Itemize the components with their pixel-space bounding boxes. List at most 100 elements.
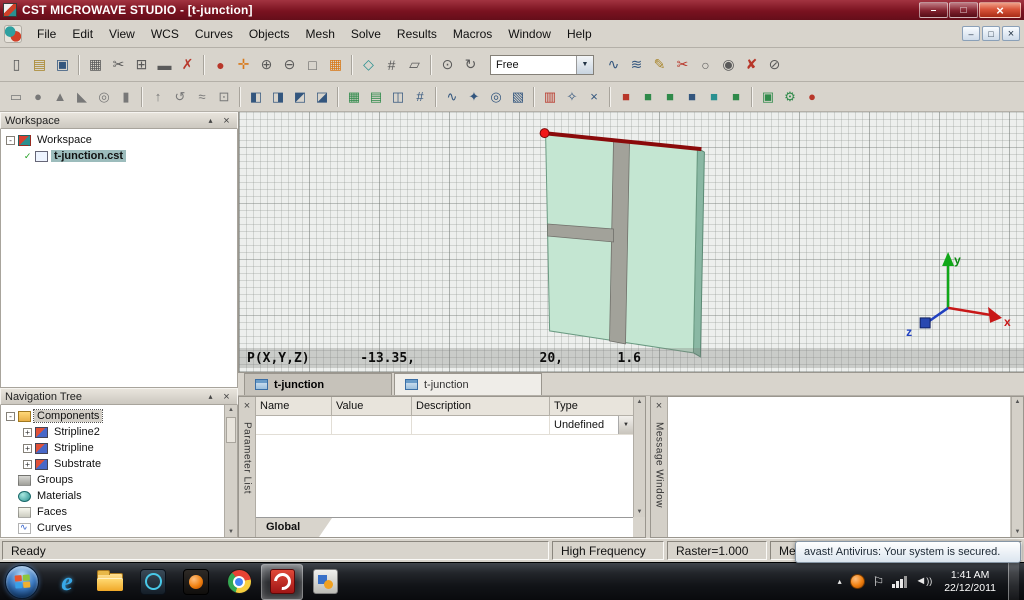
tree-item-materials[interactable]: Materials	[1, 488, 224, 504]
rotate-view-icon[interactable]: ↻	[459, 53, 482, 76]
menu-item[interactable]: Curves	[187, 23, 241, 45]
tree-expander[interactable]: -	[6, 136, 15, 145]
delete-result-icon[interactable]: ×	[583, 86, 605, 108]
param-type-cell[interactable]: Undefined	[550, 416, 633, 434]
farfield-plot-icon[interactable]: ✦	[463, 86, 485, 108]
close-navigation-icon[interactable]	[220, 390, 233, 403]
align-face-icon[interactable]: ◩	[289, 86, 311, 108]
plane-wave-icon[interactable]: ■	[703, 86, 725, 108]
mesh-cells-icon[interactable]: ◫	[387, 86, 409, 108]
close-parameter-list-icon[interactable]	[241, 399, 254, 412]
zoom-out-icon[interactable]: ⊖	[278, 53, 301, 76]
paste-icon[interactable]: ▬	[153, 53, 176, 76]
start-button[interactable]	[5, 565, 39, 599]
solver-settings-icon[interactable]: ⚙	[779, 86, 801, 108]
chevron-down-icon[interactable]	[576, 56, 593, 74]
bounding-box-icon[interactable]: ▱	[403, 53, 426, 76]
mesh-properties-icon[interactable]: ▤	[365, 86, 387, 108]
menu-item[interactable]: Edit	[64, 23, 101, 45]
3d-model-view[interactable]: y x z	[239, 112, 1024, 372]
mdi-minimize-button[interactable]	[962, 26, 980, 41]
minimize-button[interactable]	[919, 2, 948, 18]
open-file-icon[interactable]: ▤	[28, 53, 51, 76]
menu-item[interactable]: Window	[500, 23, 559, 45]
zoom-in-icon[interactable]: ⊕	[255, 53, 278, 76]
measure-icon[interactable]: ○	[694, 53, 717, 76]
cut-icon[interactable]: ✂	[107, 53, 130, 76]
title-bar[interactable]: CST MICROWAVE STUDIO - [t-junction]	[0, 0, 1024, 20]
pin-panel-icon[interactable]	[204, 390, 217, 403]
disable-icon[interactable]: ⊘	[763, 53, 786, 76]
discrete-port-icon[interactable]: ■	[637, 86, 659, 108]
field-monitor-icon[interactable]: ■	[681, 86, 703, 108]
taskbar-chrome[interactable]	[218, 564, 260, 600]
tree-item-workspace-root[interactable]: - Workspace	[1, 132, 237, 148]
pick-mode-dropdown[interactable]: Free	[490, 55, 594, 75]
tree-item-stripline[interactable]: + Stripline	[1, 440, 224, 456]
trim-shape-icon[interactable]: ✂	[671, 53, 694, 76]
close-workspace-icon[interactable]	[220, 114, 233, 127]
sphere-icon[interactable]: ●	[27, 86, 49, 108]
rotate-face-icon[interactable]: ↺	[169, 86, 191, 108]
param-name-cell[interactable]	[256, 416, 332, 434]
snapshot-icon[interactable]: ◉	[717, 53, 740, 76]
taskbar-media-center[interactable]	[132, 564, 174, 600]
navigation-panel-header[interactable]: Navigation Tree	[0, 388, 238, 405]
taskbar-media-player[interactable]	[175, 564, 217, 600]
tree-item-substrate[interactable]: + Substrate	[1, 456, 224, 472]
menu-item[interactable]: Macros	[445, 23, 500, 45]
view-tab-model[interactable]: t-junction	[244, 373, 392, 395]
tree-item-project[interactable]: ✓ t-junction.cst	[1, 148, 237, 164]
cylinder-icon[interactable]: ▮	[115, 86, 137, 108]
volume-icon[interactable]	[915, 576, 932, 587]
pick-point-icon[interactable]: ⊙	[436, 53, 459, 76]
param-value-cell[interactable]	[332, 416, 412, 434]
extrude-icon[interactable]: ↑	[147, 86, 169, 108]
print-icon[interactable]: ▦	[84, 53, 107, 76]
mesh-view-icon[interactable]: ▦	[343, 86, 365, 108]
waveguide-port-icon[interactable]: ■	[615, 86, 637, 108]
signal-plot-icon[interactable]: ∿	[441, 86, 463, 108]
snap-plane-icon[interactable]: ◪	[311, 86, 333, 108]
library-icon[interactable]: ▥	[539, 86, 561, 108]
global-parameters-tab[interactable]: Global	[256, 518, 332, 537]
result-template-icon[interactable]: ▧	[507, 86, 529, 108]
menu-item[interactable]: Results	[389, 23, 445, 45]
mirror-x-icon[interactable]: ◧	[245, 86, 267, 108]
modeler-3d-viewport[interactable]: y x z P(X,Y,Z) -13.35, 20, 1.6	[238, 112, 1024, 372]
compass-icon[interactable]: ✧	[561, 86, 583, 108]
save-icon[interactable]: ▣	[51, 53, 74, 76]
edit-object-icon[interactable]: ✎	[648, 53, 671, 76]
mdi-close-button[interactable]	[1002, 26, 1020, 41]
tree-item-stripline2[interactable]: + Stripline2	[1, 424, 224, 440]
loft-icon[interactable]: ≈	[191, 86, 213, 108]
start-simulation-icon[interactable]: ●	[801, 86, 823, 108]
taskbar-cst-studio-active[interactable]	[261, 564, 303, 600]
mdi-restore-button[interactable]	[982, 26, 1000, 41]
view-tab-schematic[interactable]: t-junction	[394, 373, 542, 395]
action-center-flag-icon[interactable]	[873, 575, 885, 588]
signal-chart-icon[interactable]: ∿	[602, 53, 625, 76]
avast-notification[interactable]: avast! Antivirus: Your system is secured…	[795, 541, 1021, 563]
chevron-down-icon[interactable]	[618, 416, 633, 434]
scrollbar-thumb[interactable]	[226, 417, 236, 443]
grid-settings-icon[interactable]: ▦	[324, 53, 347, 76]
tree-item-curves[interactable]: Curves	[1, 520, 224, 536]
tree-item-groups[interactable]: Groups	[1, 472, 224, 488]
navigation-scrollbar[interactable]	[224, 405, 237, 537]
restore-button[interactable]	[949, 2, 978, 18]
parameter-scrollbar[interactable]	[633, 397, 645, 517]
menu-item[interactable]: File	[29, 23, 64, 45]
tree-item-faces[interactable]: Faces	[1, 504, 224, 520]
workplane-icon[interactable]: ◇	[357, 53, 380, 76]
tree-expander[interactable]: ✓	[23, 152, 32, 161]
tree-item-components[interactable]: - Components	[1, 408, 224, 424]
abort-icon[interactable]: ✘	[740, 53, 763, 76]
shell-solid-icon[interactable]: ⊡	[213, 86, 235, 108]
param-description-cell[interactable]	[412, 416, 550, 434]
redraw-icon[interactable]: ●	[209, 53, 232, 76]
pan-icon[interactable]: ✛	[232, 53, 255, 76]
mirror-y-icon[interactable]: ◨	[267, 86, 289, 108]
zoom-window-icon[interactable]: □	[301, 53, 324, 76]
message-scrollbar[interactable]	[1011, 397, 1023, 537]
